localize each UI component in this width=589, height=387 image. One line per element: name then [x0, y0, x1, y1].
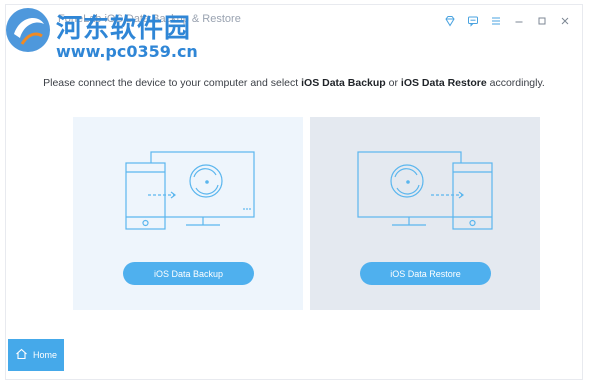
instruction-prefix: Please connect the device to your comput…	[43, 77, 302, 89]
restore-panel[interactable]: iOS Data Restore	[310, 117, 540, 310]
home-icon	[15, 348, 28, 362]
instruction-text: Please connect the device to your comput…	[6, 77, 582, 89]
window-controls	[443, 14, 572, 28]
instruction-backup-term: iOS Data Backup	[301, 77, 386, 89]
maximize-icon[interactable]	[535, 14, 549, 28]
menu-icon[interactable]	[489, 14, 503, 28]
title-bar: FoneLab iOS Data Backup & Restore	[6, 5, 582, 39]
phone-to-monitor-illustration	[125, 151, 255, 230]
instruction-suffix: accordingly.	[486, 77, 545, 89]
diamond-icon[interactable]	[443, 14, 457, 28]
monitor-to-phone-illustration	[357, 151, 493, 230]
ios-data-restore-button[interactable]: iOS Data Restore	[360, 262, 491, 285]
app-title: FoneLab iOS Data Backup & Restore	[58, 13, 241, 25]
minimize-icon[interactable]	[512, 14, 526, 28]
app-window: FoneLab iOS Data Backup & Restore Please	[5, 4, 583, 380]
backup-panel[interactable]: iOS Data Backup	[73, 117, 303, 310]
ios-data-backup-button[interactable]: iOS Data Backup	[123, 262, 254, 285]
chat-icon[interactable]	[466, 14, 480, 28]
close-icon[interactable]	[558, 14, 572, 28]
home-button[interactable]: Home	[8, 339, 64, 371]
instruction-middle: or	[385, 77, 401, 89]
instruction-restore-term: iOS Data Restore	[400, 77, 487, 89]
home-label: Home	[32, 350, 57, 360]
